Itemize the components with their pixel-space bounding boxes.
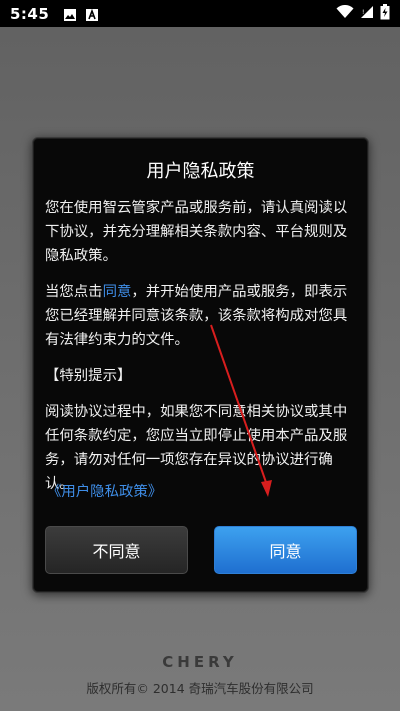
- privacy-policy-link[interactable]: 《用户隐私政策》: [47, 480, 162, 501]
- dialog-title: 用户隐私政策: [146, 161, 255, 182]
- status-time: 5:45: [10, 4, 50, 23]
- chery-logo: CHERY: [162, 653, 238, 671]
- intro-paragraph: 您在使用智云管家产品或服务前，请认真阅读以下协议，并充分理解相关条款内容、平台规…: [45, 200, 348, 264]
- copyright-text: 版权所有© 2014 奇瑞汽车股份有限公司: [86, 681, 314, 696]
- consent-prefix: 当您点击: [45, 284, 103, 300]
- notice-heading: 【特别提示】: [45, 368, 132, 384]
- agree-inline-link[interactable]: 同意: [103, 284, 132, 300]
- status-bar: 5:45 !: [0, 0, 400, 27]
- consent-paragraph: 当您点击同意，并开始使用产品或服务，即表示您已经理解并同意该条款，该条款将构成对…: [45, 280, 360, 352]
- agree-button[interactable]: 同意: [214, 526, 357, 574]
- svg-text:!: !: [362, 9, 364, 16]
- battery-charging-icon: [380, 3, 390, 24]
- dialog-body: 您在使用智云管家产品或服务前，请认真阅读以下协议，并充分理解相关条款内容、平台规…: [45, 196, 360, 508]
- signal-icon: !: [360, 4, 374, 23]
- status-icons-right: !: [336, 3, 390, 24]
- disagree-button[interactable]: 不同意: [45, 526, 188, 574]
- image-icon: [63, 7, 77, 21]
- wifi-icon: [336, 4, 354, 23]
- a-notification-icon: [85, 7, 99, 21]
- privacy-policy-dialog: 用户隐私政策 您在使用智云管家产品或服务前，请认真阅读以下协议，并充分理解相关条…: [32, 137, 369, 593]
